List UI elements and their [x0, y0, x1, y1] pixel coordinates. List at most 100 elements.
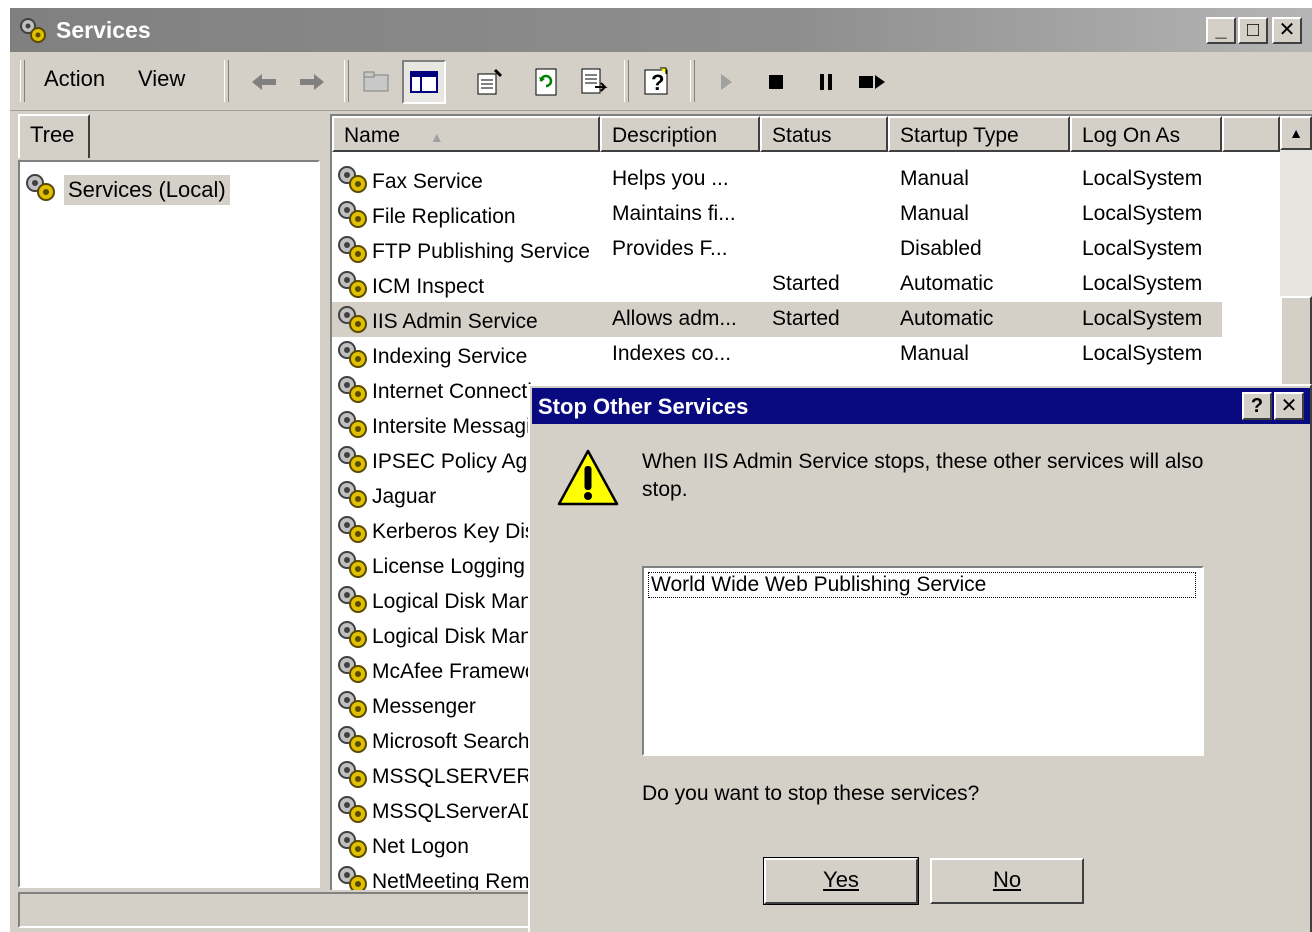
service-gears-icon [336, 584, 370, 620]
service-gears-icon [336, 829, 370, 865]
dependent-services-list[interactable]: World Wide Web Publishing Service [642, 566, 1204, 756]
top-strip [0, 0, 1312, 8]
service-gears-icon [336, 234, 370, 270]
cell-startup-type: Manual [900, 167, 969, 190]
restart-service-icon[interactable] [850, 60, 894, 104]
yes-button-label: Yes [823, 867, 859, 892]
tree-panel: Services (Local) [18, 160, 320, 888]
services-gears-icon [18, 16, 48, 50]
service-gears-icon [336, 689, 370, 725]
service-gears-icon [336, 724, 370, 760]
service-name: File Replication [372, 205, 516, 228]
toolbar-grip [20, 60, 25, 102]
dialog-message: When IIS Admin Service stops, these othe… [642, 450, 1204, 501]
table-row[interactable]: Fax Service Helps you ... Manual LocalSyste… [332, 162, 1222, 197]
pause-service-icon[interactable] [804, 60, 848, 104]
column-header-empty [1222, 116, 1280, 152]
yes-button[interactable]: Yes [763, 857, 919, 905]
toolbar-separator [690, 60, 695, 102]
table-row[interactable]: Indexing Service Indexes co... Manual Local… [332, 337, 1222, 372]
minimize-button[interactable]: _ [1206, 17, 1236, 44]
back-arrow-icon[interactable] [242, 60, 286, 104]
warning-icon [556, 448, 620, 514]
service-name: Fax Service [372, 170, 483, 193]
stop-service-icon[interactable] [754, 60, 798, 104]
service-name: Messenger [372, 695, 476, 718]
service-gears-icon [336, 304, 370, 340]
cell-name: Fax Service [336, 164, 602, 200]
cell-log-on-as: LocalSystem [1082, 167, 1203, 190]
service-name: FTP Publishing Service [372, 240, 590, 263]
column-header-log-on-as[interactable]: Log On As [1070, 116, 1222, 152]
export-list-icon[interactable] [572, 60, 616, 104]
toolbar-separator [224, 60, 229, 102]
table-row[interactable]: IIS Admin Service Allows adm... Started Aut… [332, 302, 1222, 337]
services-gears-icon [24, 172, 58, 208]
cell-status: Started [772, 307, 840, 330]
service-name: Jaguar [372, 485, 437, 508]
cell-description: Helps you ... [612, 167, 729, 190]
dialog-close-button[interactable]: ✕ [1274, 392, 1304, 420]
cell-startup-type: Manual [900, 202, 969, 225]
service-name: ICM Inspect [372, 275, 485, 298]
stop-other-services-dialog: Stop Other Services ? ✕ When IIS Admin S… [528, 384, 1312, 932]
cell-name: FTP Publishing Service [336, 234, 602, 270]
service-gears-icon [336, 199, 370, 235]
up-folder-icon[interactable] [354, 60, 398, 104]
column-header-description[interactable]: Description [600, 116, 760, 152]
menu-view[interactable]: View [138, 66, 185, 92]
cell-log-on-as: LocalSystem [1082, 237, 1203, 260]
close-button[interactable]: ✕ [1272, 17, 1302, 44]
show-hide-tree-icon[interactable] [402, 60, 446, 104]
cell-startup-type: Automatic [900, 272, 994, 295]
sort-ascending-icon: ▲ [429, 129, 444, 145]
cell-description: Provides F... [612, 237, 728, 260]
column-header-label: Name [344, 124, 401, 147]
column-header-startup-type[interactable]: Startup Type [888, 116, 1070, 152]
table-row[interactable]: File Replication Maintains fi... Manual Loc… [332, 197, 1222, 232]
cell-log-on-as: LocalSystem [1082, 307, 1203, 330]
forward-arrow-icon[interactable] [290, 60, 334, 104]
list-item[interactable]: World Wide Web Publishing Service [648, 572, 1196, 598]
maximize-button[interactable]: □ [1238, 17, 1268, 44]
table-row[interactable]: ICM Inspect Started Automatic LocalSystem [332, 267, 1222, 302]
help-icon[interactable]: ? [636, 60, 680, 104]
service-gears-icon [336, 794, 370, 830]
service-gears-icon [336, 339, 370, 375]
cell-name: Indexing Service [336, 339, 602, 375]
tree-item-label: Services (Local) [64, 175, 230, 205]
service-name: Intersite Messaging [372, 415, 555, 438]
properties-icon[interactable] [468, 60, 512, 104]
no-button-label: No [992, 867, 1022, 892]
service-gears-icon [336, 549, 370, 585]
service-gears-icon [336, 759, 370, 795]
table-row[interactable]: FTP Publishing Service Provides F... Disab… [332, 232, 1222, 267]
dialog-title: Stop Other Services [538, 394, 749, 419]
refresh-icon[interactable] [524, 60, 568, 104]
cell-name: ICM Inspect [336, 269, 602, 305]
no-button[interactable]: No [930, 858, 1084, 904]
service-name: Net Logon [372, 835, 469, 858]
cell-startup-type: Disabled [900, 237, 982, 260]
tab-tree[interactable]: Tree [18, 114, 90, 158]
column-header-name[interactable]: Name ▲ [332, 116, 600, 152]
tree-item-services-local[interactable]: Services (Local) [24, 172, 230, 208]
service-gears-icon [336, 654, 370, 690]
service-gears-icon [336, 619, 370, 655]
column-header-status[interactable]: Status [760, 116, 888, 152]
service-gears-icon [336, 514, 370, 550]
cell-description: Maintains fi... [612, 202, 736, 225]
menu-action[interactable]: Action [44, 66, 105, 92]
window-title: Services [56, 17, 151, 43]
dialog-help-button[interactable]: ? [1242, 392, 1272, 420]
service-name: Microsoft Search [372, 730, 530, 753]
scroll-up-arrow-icon[interactable]: ▲ [1280, 116, 1312, 150]
service-name: IIS Admin Service [372, 310, 538, 333]
svg-text:?: ? [651, 70, 664, 95]
cell-log-on-as: LocalSystem [1082, 202, 1203, 225]
start-service-icon[interactable] [704, 60, 748, 104]
service-gears-icon [336, 444, 370, 480]
menu-view-label: View [138, 66, 186, 91]
cell-description: Indexes co... [612, 342, 732, 365]
cell-log-on-as: LocalSystem [1082, 272, 1203, 295]
